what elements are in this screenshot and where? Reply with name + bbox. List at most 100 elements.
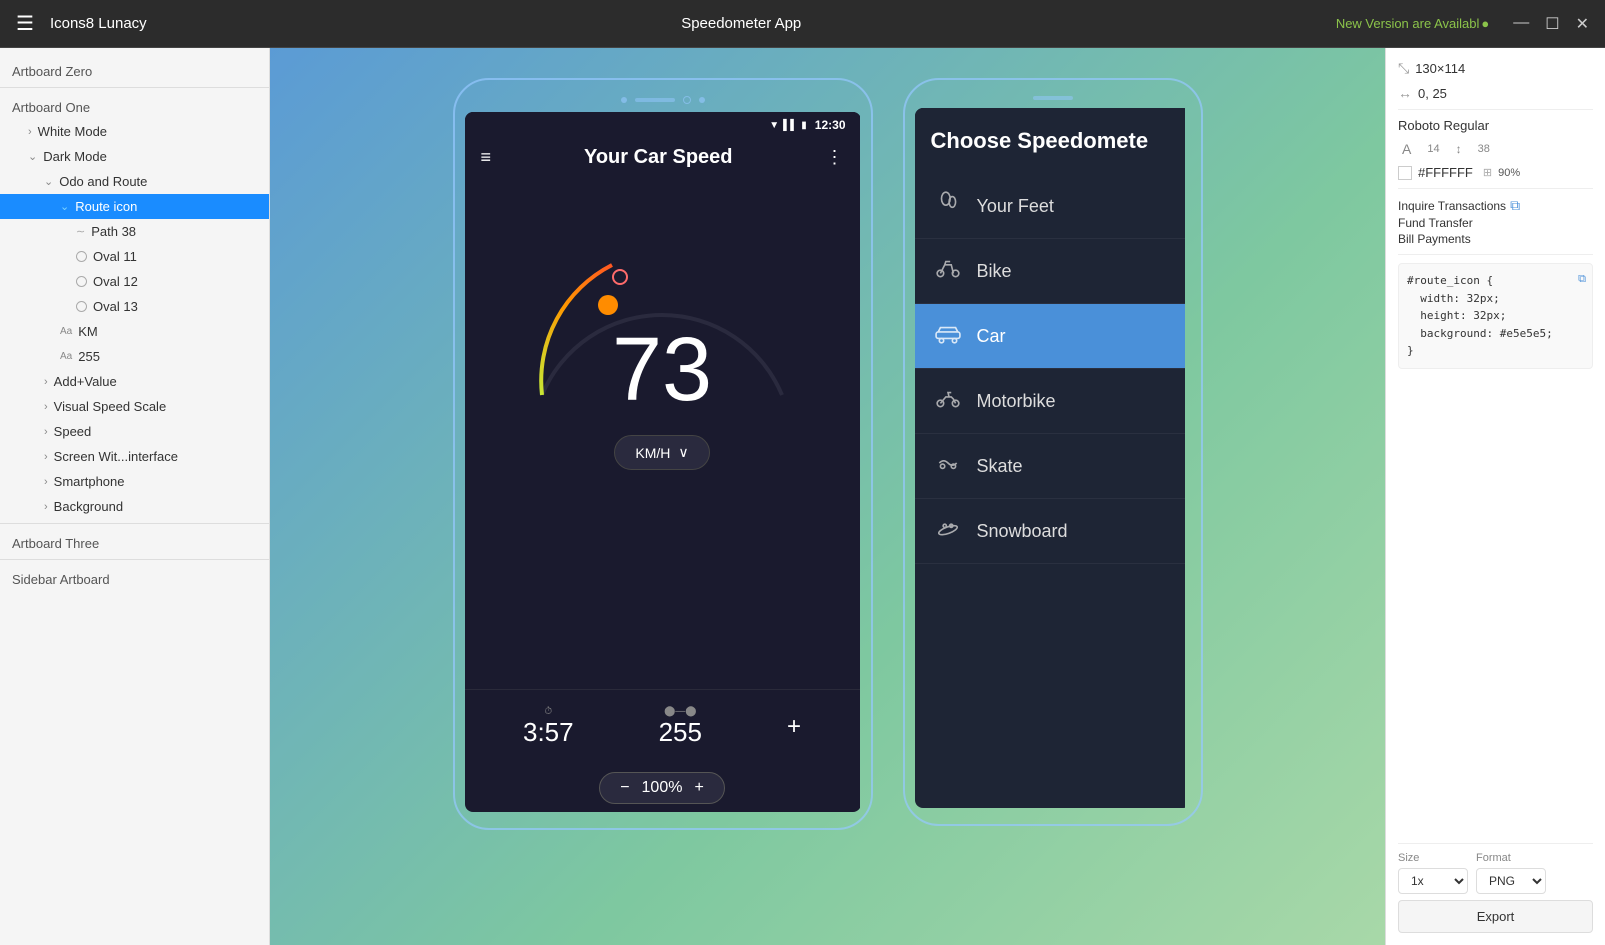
- notch-dot-2: [699, 97, 705, 103]
- unit-selector[interactable]: KM/H ∨: [614, 435, 709, 470]
- status-time: 12:30: [815, 118, 846, 132]
- color-swatch[interactable]: [1398, 166, 1412, 180]
- zoom-minus-icon[interactable]: −: [620, 779, 629, 797]
- sidebar-item-label: Smartphone: [54, 474, 125, 489]
- window-controls: — ☐ ✕: [1513, 14, 1589, 34]
- phone-mockup-1: ▼ ▌▌ ▮ 12:30 ≡ Your Car Speed ⋮: [453, 78, 873, 830]
- add-button[interactable]: +: [787, 713, 801, 741]
- color-row: #FFFFFF ⊞ 90%: [1398, 165, 1593, 180]
- sidebar-item-oval11[interactable]: Oval 11: [0, 244, 269, 269]
- dimensions-value: 130×114: [1415, 61, 1465, 76]
- sidebar-item-label: Oval 13: [93, 299, 138, 314]
- bike-icon: [935, 255, 961, 287]
- phone-mockups: ▼ ▌▌ ▮ 12:30 ≡ Your Car Speed ⋮: [453, 78, 1203, 830]
- zoom-bar: − 100% +: [465, 764, 860, 812]
- artboard-zero-label[interactable]: Artboard Zero: [0, 56, 269, 83]
- format-select[interactable]: PNG SVG PDF: [1476, 868, 1546, 894]
- sidebar-item-path38[interactable]: ∼ Path 38: [0, 219, 269, 244]
- sidebar-item-screen-wit[interactable]: › Screen Wit...interface: [0, 444, 269, 469]
- sidebar-item-label: Route icon: [75, 199, 137, 214]
- sidebar-item-speed[interactable]: › Speed: [0, 419, 269, 444]
- route-icon: ⬤—⬤: [659, 706, 702, 717]
- sidebar-item-route-icon[interactable]: ⌄ Route icon: [0, 194, 269, 219]
- sidebar-item-white-mode[interactable]: › White Mode: [0, 119, 269, 144]
- snowboard-icon: [935, 515, 961, 547]
- choose-item-feet[interactable]: Your Feet: [915, 174, 1185, 239]
- phone-speaker-2: [1033, 96, 1073, 100]
- choose-header: Choose Speedomete: [915, 108, 1185, 174]
- close-button[interactable]: ✕: [1576, 14, 1589, 34]
- sidebar-artboard-label[interactable]: Sidebar Artboard: [0, 564, 269, 591]
- topbar: ☰ Icons8 Lunacy Speedometer App New Vers…: [0, 0, 1605, 48]
- layers-sidebar: Artboard Zero Artboard One › White Mode …: [0, 48, 270, 945]
- link-item-fund: Fund Transfer: [1398, 216, 1593, 230]
- sidebar-item-label: 255: [78, 349, 100, 364]
- sidebar-item-oval13[interactable]: Oval 13: [0, 294, 269, 319]
- sidebar-item-odo-route[interactable]: ⌄ Odo and Route: [0, 169, 269, 194]
- maximize-button[interactable]: ☐: [1545, 14, 1559, 34]
- choose-item-label: Your Feet: [977, 196, 1054, 217]
- copy-icon[interactable]: ⧉: [1510, 197, 1520, 214]
- canvas-area: ▼ ▌▌ ▮ 12:30 ≡ Your Car Speed ⋮: [270, 48, 1385, 945]
- bottom-stats-bar: ⏱ 3:57 ⬤—⬤ 255 +: [465, 689, 860, 764]
- hamburger-menu-icon[interactable]: ☰: [16, 11, 34, 36]
- export-button[interactable]: Export: [1398, 900, 1593, 933]
- pattern-icon: ⊞: [1483, 166, 1492, 179]
- sidebar-item-label: Screen Wit...interface: [54, 449, 178, 464]
- distance-value: 255: [659, 717, 702, 748]
- font-name: Roboto Regular: [1398, 118, 1489, 133]
- link-items: Inquire Transactions ⧉ Fund Transfer Bil…: [1398, 197, 1593, 246]
- sidebar-item-add-value[interactable]: › Add+Value: [0, 369, 269, 394]
- unit-label: KM/H: [635, 445, 670, 461]
- status-icons: ▼ ▌▌ ▮: [769, 120, 807, 131]
- more-options-icon[interactable]: ⋮: [825, 147, 843, 168]
- css-code-block: ⧉ #route_icon { width: 32px; height: 32p…: [1398, 263, 1593, 369]
- zoom-plus-icon[interactable]: +: [694, 779, 703, 797]
- text-icon: Aa: [60, 351, 72, 362]
- chevron-right-icon: ›: [44, 401, 48, 413]
- code-copy-icon[interactable]: ⧉: [1578, 270, 1586, 288]
- right-panel: ⤡ 130×114 ↔ 0, 25 Roboto Regular A 14 ↕ …: [1385, 48, 1605, 945]
- size-select[interactable]: 1x 2x 3x: [1398, 868, 1468, 894]
- position-icon: ↔: [1398, 85, 1412, 101]
- sidebar-item-255[interactable]: Aa 255: [0, 344, 269, 369]
- hamburger-icon[interactable]: ≡: [481, 147, 492, 168]
- choose-item-label: Motorbike: [977, 391, 1056, 412]
- phone-mockup-2: Choose Speedomete Your Feet: [903, 78, 1203, 826]
- oval-icon: [76, 301, 87, 312]
- zoom-control[interactable]: − 100% +: [599, 772, 725, 804]
- phone-screen-1: ▼ ▌▌ ▮ 12:30 ≡ Your Car Speed ⋮: [465, 112, 861, 812]
- signal-icon: ▌▌: [783, 120, 797, 131]
- time-stat: ⏱ 3:57: [523, 706, 574, 748]
- sidebar-item-label: Oval 12: [93, 274, 138, 289]
- choose-item-motorbike[interactable]: Motorbike: [915, 369, 1185, 434]
- zoom-percent: 100%: [642, 779, 683, 797]
- time-icon: ⏱: [523, 706, 574, 717]
- link-label: Inquire Transactions: [1398, 199, 1506, 213]
- artboard-three-label[interactable]: Artboard Three: [0, 528, 269, 555]
- sidebar-item-dark-mode[interactable]: ⌄ Dark Mode: [0, 144, 269, 169]
- sidebar-item-oval12[interactable]: Oval 12: [0, 269, 269, 294]
- sidebar-item-km[interactable]: Aa KM: [0, 319, 269, 344]
- choose-item-car[interactable]: Car: [915, 304, 1185, 369]
- resize-icon: ⤡: [1398, 60, 1409, 77]
- version-dot: ●: [1481, 16, 1489, 31]
- chevron-down-icon: ⌄: [28, 150, 37, 163]
- choose-item-bike[interactable]: Bike: [915, 239, 1185, 304]
- sidebar-item-label: Visual Speed Scale: [54, 399, 167, 414]
- sidebar-item-smartphone[interactable]: › Smartphone: [0, 469, 269, 494]
- chevron-right-icon: ›: [44, 376, 48, 388]
- sidebar-item-background[interactable]: › Background: [0, 494, 269, 519]
- notch-dot-1: [621, 97, 627, 103]
- font-size-icon: A: [1402, 141, 1411, 157]
- artboard-one-label[interactable]: Artboard One: [0, 92, 269, 119]
- sidebar-item-label: Background: [54, 499, 123, 514]
- sidebar-item-visual-speed[interactable]: › Visual Speed Scale: [0, 394, 269, 419]
- battery-icon: ▮: [801, 120, 807, 131]
- choose-item-snowboard[interactable]: Snowboard: [915, 499, 1185, 564]
- minimize-button[interactable]: —: [1513, 14, 1529, 34]
- sidebar-item-label: Odo and Route: [59, 174, 147, 189]
- choose-item-skate[interactable]: Skate: [915, 434, 1185, 499]
- app-header: ≡ Your Car Speed ⋮: [465, 138, 860, 185]
- chevron-down-icon: ⌄: [44, 175, 53, 188]
